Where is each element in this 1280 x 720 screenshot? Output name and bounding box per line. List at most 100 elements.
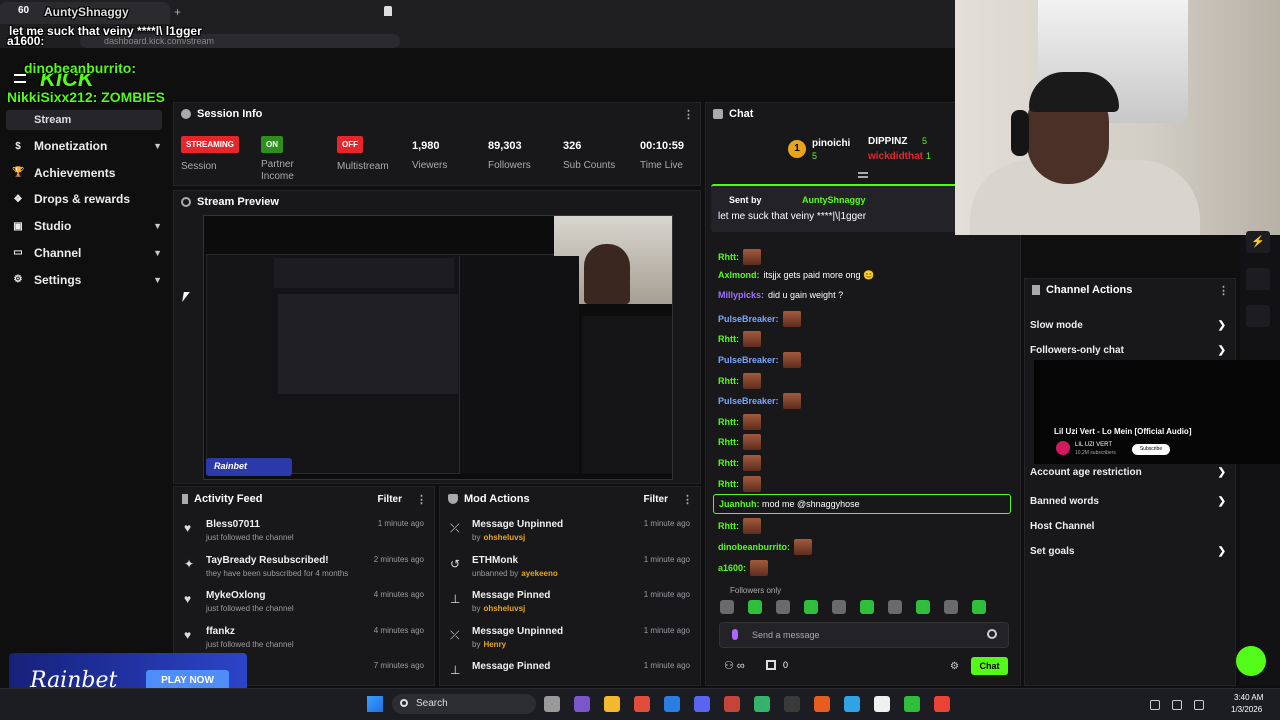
taskbar-app-icon[interactable] (814, 696, 830, 712)
emote-shortcut-icon[interactable] (860, 600, 874, 614)
activity-name[interactable]: ffankz (206, 626, 235, 637)
leader1-name[interactable]: pinoichi (812, 138, 850, 149)
battery-icon[interactable] (1194, 700, 1204, 710)
taskbar-app-icon[interactable] (574, 696, 590, 712)
highlight-user[interactable]: Juanhuh: (719, 499, 760, 509)
session-info-header: Session Info ⋮ (173, 102, 701, 126)
send-chat-button[interactable]: Chat (971, 657, 1008, 675)
chevron-down-icon[interactable]: ▼ (153, 275, 162, 285)
chat-username[interactable]: Rhtt: (718, 521, 739, 531)
sidebar-item-monetization[interactable]: $ Monetization ▼ (12, 135, 162, 157)
activity-name[interactable]: MykeOxlong (206, 590, 265, 601)
taskbar-app-icon[interactable] (754, 696, 770, 712)
followers-only-label: Followers only (730, 586, 782, 595)
taskbar-app-icon[interactable] (784, 696, 800, 712)
taskbar-app-icon[interactable] (904, 696, 920, 712)
sidebar-item-studio[interactable]: ▣ Studio ▼ (12, 215, 162, 237)
taskbar-app-icon[interactable] (604, 696, 620, 712)
stream-preview-video[interactable]: Rainbet (203, 215, 673, 480)
pin-icon[interactable] (384, 6, 392, 16)
taskbar-app-icon[interactable] (874, 696, 890, 712)
chat-username[interactable]: Rhtt: (718, 417, 739, 427)
chat-title: Chat (729, 108, 754, 120)
taskbar-app-icon[interactable] (844, 696, 860, 712)
channel-action-account-age-restriction[interactable]: Account age restriction ❯ (1030, 461, 1226, 483)
mic-icon[interactable] (732, 629, 738, 640)
channel-action-host-channel[interactable]: Host Channel (1030, 515, 1226, 537)
chat-username[interactable]: PulseBreaker: (718, 355, 779, 365)
emote-shortcut-icon[interactable] (832, 600, 846, 614)
rail-lightning-icon[interactable]: ⚡ (1246, 231, 1270, 253)
emote-shortcut-icon[interactable] (720, 600, 734, 614)
taskbar-search[interactable] (392, 694, 536, 714)
chat-username[interactable]: Axlmond: (718, 270, 760, 280)
taskbar-app-icon[interactable] (694, 696, 710, 712)
chevron-down-icon[interactable]: ▼ (153, 141, 162, 151)
chat-username[interactable]: Rhtt: (718, 479, 739, 489)
sidebar-item-settings[interactable]: ⚙ Settings ▼ (12, 269, 162, 291)
channel-actions-more-icon[interactable]: ⋮ (1218, 284, 1229, 297)
sidebar-stream-label: Stream (34, 114, 72, 126)
sidebar-item-achievements[interactable]: 🏆 Achievements (12, 162, 162, 184)
chat-username[interactable]: PulseBreaker: (718, 314, 779, 324)
sidebar-stream-item[interactable] (6, 110, 162, 130)
mod-more-icon[interactable]: ⋮ (682, 493, 693, 506)
activity-sub: they have been subscribed for 4 months (206, 568, 349, 578)
taskbar-app-icon[interactable] (934, 696, 950, 712)
chevron-down-icon[interactable]: ▼ (153, 221, 162, 231)
emote-shortcut-icon[interactable] (748, 600, 762, 614)
mod-action-user[interactable]: ohsheluvsj (483, 604, 525, 613)
channel-action-set-goals[interactable]: Set goals ❯ (1030, 540, 1226, 562)
mod-action-user[interactable]: Henry (483, 640, 506, 649)
channel-action-followers-only-chat[interactable]: Followers-only chat ❯ (1030, 339, 1226, 361)
mod-action-user[interactable]: ayekeeno (521, 569, 557, 578)
windows-start-icon[interactable] (367, 696, 383, 712)
emoji-picker-icon[interactable] (987, 629, 997, 639)
activity-name[interactable]: TayBready Resubscribed! (206, 555, 329, 566)
chat-username[interactable]: dinobeanburrito: (718, 542, 790, 552)
chat-username[interactable]: Rhtt: (718, 437, 739, 447)
chat-username[interactable]: a1600: (718, 563, 746, 573)
emote-shortcut-icon[interactable] (804, 600, 818, 614)
rail-notes-icon[interactable] (1246, 268, 1270, 290)
sidebar-item-drops-rewards[interactable]: ❖ Drops & rewards (12, 188, 162, 210)
emote-shortcut-icon[interactable] (888, 600, 902, 614)
chat-username[interactable]: PulseBreaker: (718, 396, 779, 406)
chat-username[interactable]: Rhtt: (718, 252, 739, 262)
new-tab-button[interactable]: + (174, 5, 181, 19)
channel-action-banned-words[interactable]: Banned words ❯ (1030, 490, 1226, 512)
music-subscribe-button[interactable]: Subscribe (1132, 444, 1170, 455)
mod-filter-button[interactable]: Filter (644, 494, 668, 505)
support-chat-button[interactable] (1236, 646, 1266, 676)
collapse-leaderboard-icon[interactable] (858, 172, 868, 178)
taskbar-app-icon[interactable] (724, 696, 740, 712)
sidebar-item-channel[interactable]: ▭ Channel ▼ (12, 242, 162, 264)
emote-shortcut-icon[interactable] (776, 600, 790, 614)
emote-shortcut-icon[interactable] (944, 600, 958, 614)
activity-name[interactable]: Bless07011 (206, 519, 260, 530)
chat-username[interactable]: Rhtt: (718, 334, 739, 344)
chat-settings-icon[interactable]: ⚙ (950, 661, 959, 672)
rail-chat-icon[interactable] (1246, 305, 1270, 327)
leader2-name[interactable]: DIPPINZ (868, 136, 907, 147)
chat-username[interactable]: Millypicks: (718, 290, 764, 300)
activity-more-icon[interactable]: ⋮ (416, 493, 427, 506)
leader3-name[interactable]: wickdidthat (868, 151, 923, 162)
taskbar-app-icon[interactable] (544, 696, 560, 712)
chat-username[interactable]: Rhtt: (718, 376, 739, 386)
volume-icon[interactable] (1172, 700, 1182, 710)
activity-filter-button[interactable]: Filter (378, 494, 402, 505)
hamburger-icon[interactable] (14, 74, 26, 83)
wifi-icon[interactable] (1150, 700, 1160, 710)
taskbar-app-icon[interactable] (664, 696, 680, 712)
more-icon[interactable]: ⋮ (683, 108, 694, 121)
chat-username[interactable]: Rhtt: (718, 458, 739, 468)
chevron-down-icon[interactable]: ▼ (153, 248, 162, 258)
taskbar-app-icon[interactable] (634, 696, 650, 712)
mod-action-user[interactable]: ohsheluvsj (483, 533, 525, 542)
channel-action-slow-mode[interactable]: Slow mode ❯ (1030, 314, 1226, 336)
emote-shortcut-icon[interactable] (916, 600, 930, 614)
pinned-user[interactable]: AuntyShnaggy (802, 195, 866, 205)
emote-shortcut-icon[interactable] (972, 600, 986, 614)
stat-partner: ON Partner Income (261, 136, 311, 183)
